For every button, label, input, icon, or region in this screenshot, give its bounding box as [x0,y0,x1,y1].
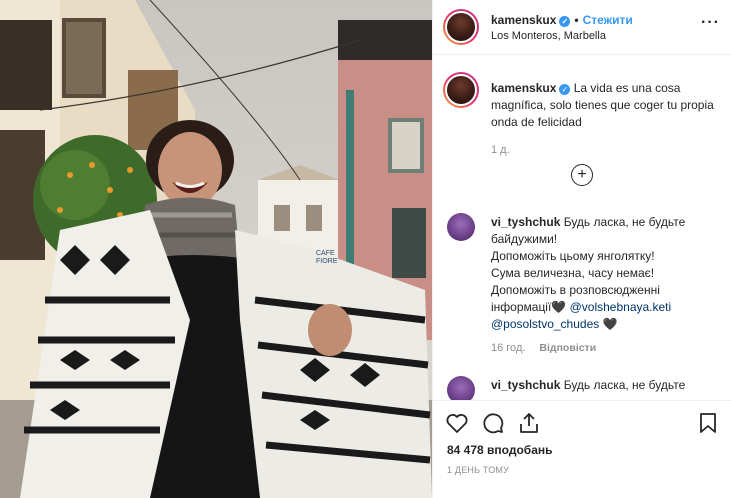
comment-username[interactable]: vi_tyshchuk [491,215,560,229]
separator-dot: • [574,13,579,27]
follow-button[interactable]: Стежити [583,13,633,27]
comment-line: інформації🖤 [491,300,567,314]
comment-meta: 16 год. Відповісти [491,342,596,354]
comment-text: vi_tyshchuk Будь ласка, не будьте [491,377,723,394]
avatar[interactable] [443,9,479,45]
posted-time[interactable]: 1 ДЕНЬ ТОМУ [447,465,509,475]
bookmark-icon[interactable] [696,411,720,435]
caption-text: kamenskux ✓ La vida es una cosa magnífica… [491,80,721,131]
comment-avatar[interactable] [447,213,475,241]
verified-badge-icon: ✓ [559,84,571,95]
photo-illustration [0,0,432,498]
reply-button[interactable]: Відповісти [539,342,596,354]
header-username-row: kamenskux ✓ • Стежити [491,13,633,27]
comment-line: Сума величезна, часу немає! [491,266,655,280]
heart-emoji: 🖤 [602,317,618,331]
post-header: kamenskux ✓ • Стежити Los Monteros, Marbell… [433,0,731,55]
username-link[interactable]: kamenskux [491,13,556,27]
caption-avatar[interactable] [443,72,479,108]
comment-line: Будь ласка, не будьте [563,215,686,229]
mention-link[interactable]: @volshebnaya.keti [570,300,672,314]
comment-line: Допоможіть в розповсюдженні [491,283,660,297]
comment-username[interactable]: vi_tyshchuk [491,378,560,392]
location-link[interactable]: Los Monteros, Marbella [491,30,606,42]
cafe-sign: CAFE FIORE [316,250,338,265]
caption-age[interactable]: 1 д. [491,144,510,156]
post-actions: 84 478 вподобань 1 ДЕНЬ ТОМУ [433,400,731,498]
comment-time[interactable]: 16 год. [491,342,525,354]
post-side-panel: kamenskux ✓ • Стежити Los Monteros, Marbell… [432,0,731,498]
more-options-icon[interactable]: ··· [701,14,720,32]
comment-line: Допоможіть цьому янголятку! [491,249,655,263]
mention-link[interactable]: @posolstvo_chudes [491,317,599,331]
load-more-comments-icon[interactable]: + [571,164,593,186]
heart-icon[interactable] [445,411,469,435]
comment-line: Будь ласка, не будьте [563,378,686,392]
comment-icon[interactable] [481,411,505,435]
post-photo[interactable]: CAFE FIORE [0,0,432,498]
share-icon[interactable] [517,411,541,435]
comment-line: байдужими! [491,232,558,246]
comment-text: vi_tyshchuk Будь ласка, не будьте байдуж… [491,214,723,333]
likes-count[interactable]: 84 478 вподобань [447,443,553,457]
verified-badge-icon: ✓ [559,16,571,27]
caption-username[interactable]: kamenskux [491,81,556,95]
